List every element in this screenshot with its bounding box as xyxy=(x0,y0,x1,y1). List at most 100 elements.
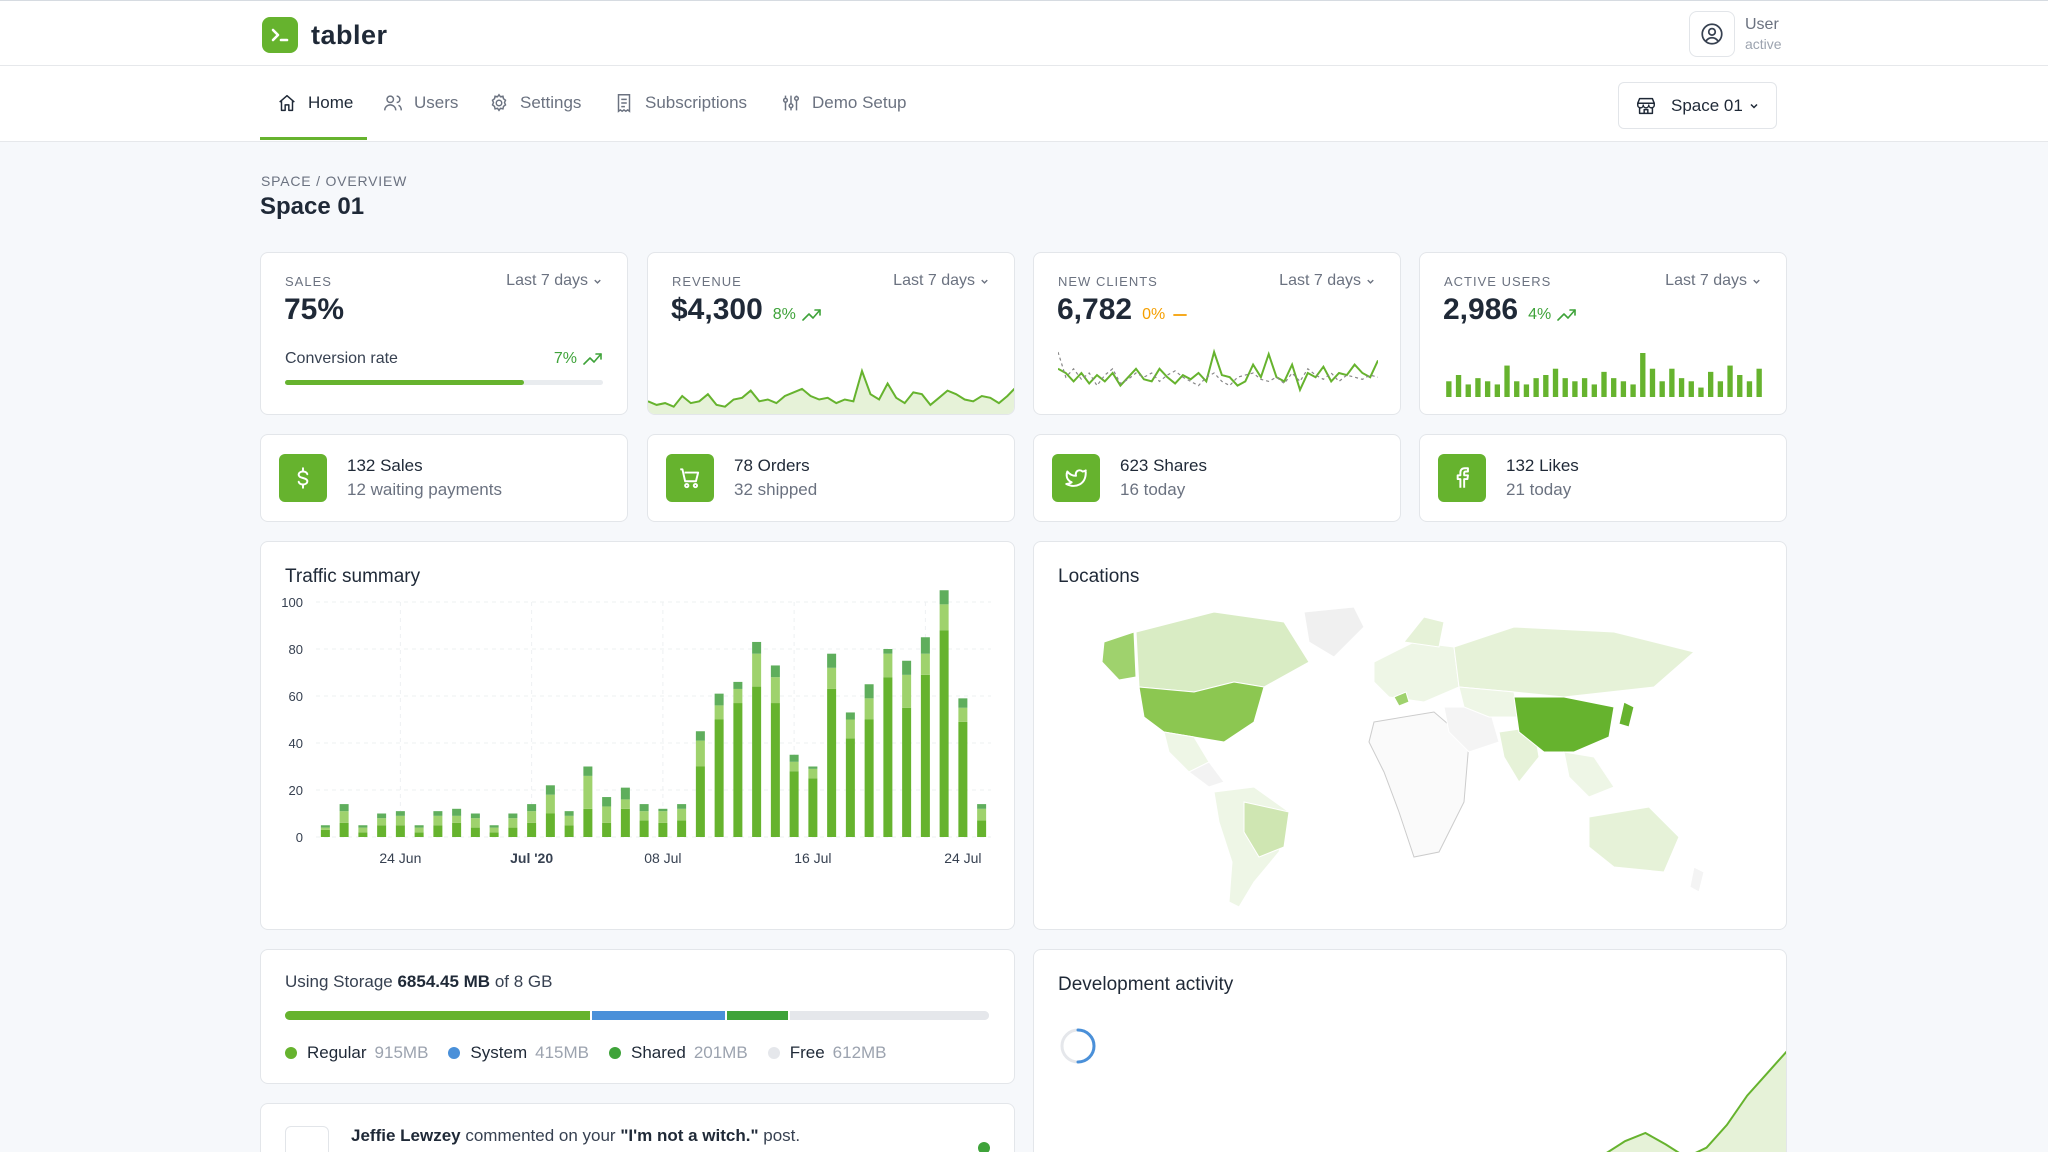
new-clients-period-dropdown[interactable]: Last 7 days xyxy=(1279,272,1376,290)
map-region-greenland[interactable] xyxy=(1303,606,1365,658)
map-region-southeast-asia[interactable] xyxy=(1563,751,1615,798)
app-logo[interactable]: tabler xyxy=(262,17,388,53)
chevron-down-icon xyxy=(981,279,988,284)
avatar: JL xyxy=(285,1126,329,1152)
nav-home[interactable]: Home xyxy=(276,66,353,140)
active-users-bar xyxy=(1475,378,1481,397)
traffic-bar-segment xyxy=(920,637,930,654)
twitter-icon xyxy=(1052,454,1100,502)
revenue-label: REVENUE xyxy=(672,274,742,289)
y-tick-label: 60 xyxy=(289,689,303,704)
traffic-bar-segment xyxy=(864,698,874,720)
active-users-card: ACTIVE USERS Last 7 days 2,986 4% xyxy=(1419,252,1787,415)
active-users-bar xyxy=(1678,378,1685,397)
legend-system: System 415MB xyxy=(448,1043,589,1063)
sales-card: SALES Last 7 days 75% Conversion rate 7% xyxy=(260,252,628,415)
traffic-bar-segment xyxy=(658,822,668,837)
map-region-usa[interactable] xyxy=(1138,681,1265,743)
cart-icon xyxy=(666,454,714,502)
x-tick-label: Jul '20 xyxy=(510,850,553,866)
active-users-bar xyxy=(1455,375,1462,397)
active-users-bar xyxy=(1737,375,1743,397)
nav-subscriptions[interactable]: Subscriptions xyxy=(613,66,747,140)
user-menu[interactable]: User active xyxy=(1689,11,1782,57)
new-clients-line-chart xyxy=(1058,348,1378,393)
traffic-bar-segment xyxy=(958,721,968,837)
legend-dot-system xyxy=(448,1047,461,1059)
active-users-bar xyxy=(1562,378,1568,397)
sales-summary-card[interactable]: 132 Sales 12 waiting payments xyxy=(260,434,628,522)
shares-summary-card[interactable]: 623 Shares 16 today xyxy=(1033,434,1401,522)
conversion-progress-fill xyxy=(285,380,524,385)
legend-system-value: 415MB xyxy=(535,1043,589,1062)
traffic-bar-segment xyxy=(845,719,855,739)
store-icon xyxy=(1637,97,1655,114)
comment-author: Jeffie Lewzey xyxy=(351,1126,461,1145)
active-users-bar xyxy=(1504,365,1510,397)
active-users-bar xyxy=(1581,378,1588,397)
y-tick-label: 80 xyxy=(289,642,303,657)
sales-period-dropdown[interactable]: Last 7 days xyxy=(506,272,603,290)
likes-summary-card[interactable]: 132 Likes 21 today xyxy=(1419,434,1787,522)
user-avatar-icon xyxy=(1689,11,1735,57)
traffic-bar-segment xyxy=(564,815,574,826)
map-region-russia[interactable] xyxy=(1453,626,1696,698)
traffic-bar-segment xyxy=(883,677,893,837)
active-users-bar xyxy=(1465,384,1471,397)
space-selector[interactable]: Space 01 xyxy=(1618,82,1777,129)
traffic-bar-segment xyxy=(620,799,630,809)
nav-demo-setup[interactable]: Demo Setup xyxy=(780,66,907,140)
new-clients-value-text: 6,782 xyxy=(1057,293,1133,326)
active-users-period-dropdown[interactable]: Last 7 days xyxy=(1665,272,1762,290)
storage-segment-free xyxy=(790,1011,989,1020)
traffic-bar-segment xyxy=(527,804,537,812)
locations-title: Locations xyxy=(1058,566,1140,587)
map-region-europe[interactable] xyxy=(1373,641,1460,703)
traffic-bar-segment xyxy=(508,813,518,819)
traffic-bar-segment xyxy=(583,808,593,837)
traffic-bar-segment xyxy=(714,705,724,720)
active-users-bar xyxy=(1669,368,1675,397)
active-users-bar xyxy=(1611,378,1617,397)
active-users-bar xyxy=(1630,384,1636,397)
map-region-japan[interactable] xyxy=(1618,701,1635,728)
orders-summary-card[interactable]: 78 Orders 32 shipped xyxy=(647,434,1015,522)
map-region-new-zealand[interactable] xyxy=(1689,866,1705,893)
nav-settings-label: Settings xyxy=(520,93,582,112)
facebook-icon xyxy=(1438,454,1486,502)
storage-legend: Regular 915MB System 415MB Shared 201MB Fre… xyxy=(285,1043,907,1063)
traffic-bar-segment xyxy=(639,820,649,837)
traffic-bar-segment xyxy=(377,818,387,826)
active-users-bar xyxy=(1601,371,1607,397)
traffic-bar-segment xyxy=(789,761,799,772)
map-region-alaska[interactable] xyxy=(1101,631,1137,681)
users-icon xyxy=(384,95,402,111)
legend-free: Free 612MB xyxy=(767,1043,887,1063)
new-clients-trend: 0% xyxy=(1142,306,1189,324)
traffic-bar-segment xyxy=(564,825,574,837)
trending-up-icon xyxy=(802,309,821,321)
world-map[interactable] xyxy=(1094,602,1734,912)
nav-demo-setup-label: Demo Setup xyxy=(812,93,907,112)
activity-comment-card[interactable]: JL Jeffie Lewzey commented on your "I'm … xyxy=(260,1103,1015,1152)
active-users-bar xyxy=(1591,384,1597,397)
map-region-scandinavia[interactable] xyxy=(1403,616,1445,648)
legend-regular-value: 915MB xyxy=(374,1043,429,1062)
traffic-bar-segment xyxy=(583,766,593,776)
nav-settings[interactable]: Settings xyxy=(488,66,581,140)
traffic-bar-segment xyxy=(958,698,968,708)
revenue-period-label: Last 7 days xyxy=(893,272,975,289)
dev-activity-line xyxy=(1606,1050,1786,1152)
new-clients-line xyxy=(1058,348,1378,393)
map-region-australia[interactable] xyxy=(1588,806,1680,873)
conversion-progress xyxy=(285,380,603,385)
sales-label: SALES xyxy=(285,274,332,289)
revenue-period-dropdown[interactable]: Last 7 days xyxy=(893,272,990,290)
traffic-bar-segment xyxy=(920,653,930,675)
traffic-bar-segment xyxy=(564,811,574,816)
traffic-bar-segment xyxy=(545,785,555,795)
nav-users[interactable]: Users xyxy=(382,66,458,140)
traffic-bar-segment xyxy=(452,808,462,816)
traffic-bar-segment xyxy=(714,693,724,706)
map-region-canada[interactable] xyxy=(1135,611,1310,693)
